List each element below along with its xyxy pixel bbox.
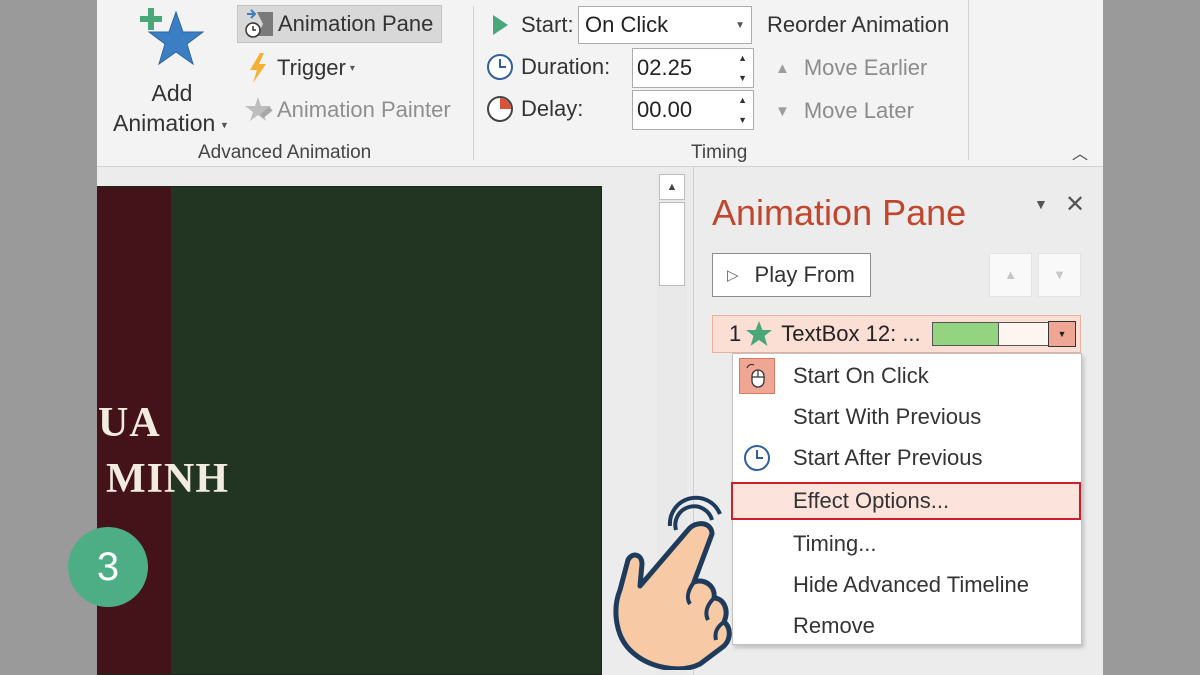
chevron-down-icon: ▾ <box>349 62 355 74</box>
delay-label: Delay: <box>485 94 583 124</box>
scroll-thumb[interactable] <box>659 202 685 286</box>
step-badge: 3 <box>68 527 148 607</box>
add-animation-star-icon <box>140 8 204 66</box>
powerpoint-window: Add Animation ▾ Animation Pane Trigger ▾ <box>97 0 1103 675</box>
animation-list-item[interactable]: 1 TextBox 12: ... ▼ <box>712 315 1081 353</box>
entrance-star-icon <box>745 320 773 348</box>
spin-down-icon[interactable]: ▼ <box>738 115 747 125</box>
timing-group-label: Timing <box>691 142 748 163</box>
slide-text-line-1: UA <box>98 400 161 446</box>
trigger-button[interactable]: Trigger ▾ <box>237 49 363 87</box>
menu-item-timing[interactable]: Timing... <box>733 525 1081 563</box>
menu-item-start-on-click[interactable]: Start On Click <box>733 357 1081 395</box>
animation-item-label: TextBox 12: ... <box>781 321 921 346</box>
trigger-label: Trigger <box>277 55 346 80</box>
chevron-down-icon: ▼ <box>735 20 745 31</box>
add-animation-label-1: Add <box>151 80 193 106</box>
reorder-animation-title: Reorder Animation <box>767 12 950 37</box>
play-from-button[interactable]: ▷ Play From <box>712 253 871 297</box>
ribbon-divider <box>968 0 969 160</box>
triangle-up-icon: ▲ <box>775 59 790 77</box>
play-icon: ▷ <box>727 267 739 284</box>
delay-clock-icon <box>485 94 515 124</box>
slide-text-line-2: MINH <box>106 456 229 502</box>
menu-item-remove[interactable]: Remove <box>733 607 1081 645</box>
duration-label: Duration: <box>485 52 610 82</box>
animations-ribbon: Add Animation ▾ Animation Pane Trigger ▾ <box>97 0 1103 167</box>
spin-up-icon[interactable]: ▲ <box>738 95 747 105</box>
item-dropdown-button[interactable]: ▼ <box>1048 321 1076 347</box>
animation-painter-button[interactable]: Animation Painter <box>237 91 459 129</box>
collapse-ribbon-icon[interactable]: ︿ <box>1072 140 1088 164</box>
lightning-icon <box>241 51 275 85</box>
menu-item-effect-options[interactable]: Effect Options... <box>731 482 1081 520</box>
start-value: On Click <box>585 12 669 37</box>
animation-order-number: 1 <box>729 321 742 346</box>
ribbon-divider <box>473 6 474 160</box>
delay-value: 00.00 <box>637 97 693 122</box>
move-earlier-button[interactable]: ▲ Move Earlier <box>775 55 927 81</box>
duration-value: 02.25 <box>637 55 693 80</box>
start-combobox[interactable]: On Click ▼ <box>578 6 752 44</box>
menu-item-start-after-previous[interactable]: Start After Previous <box>733 439 1081 477</box>
clock-icon <box>739 440 775 476</box>
add-animation-label-2: Animation ▾ <box>113 110 228 136</box>
slide-canvas[interactable]: UA MINH <box>97 186 602 675</box>
timeline-fill <box>933 323 1000 345</box>
menu-item-hide-advanced-timeline[interactable]: Hide Advanced Timeline <box>733 566 1081 604</box>
delay-spinner[interactable]: 00.00 ▲ ▼ <box>632 90 754 130</box>
start-label: Start: <box>485 10 574 40</box>
animation-pane-button[interactable]: Animation Pane <box>237 5 443 43</box>
animation-context-menu: Start On Click Start With Previous Start… <box>731 353 1082 645</box>
triangle-down-icon: ▼ <box>775 102 790 120</box>
pointing-hand-icon <box>613 495 732 670</box>
add-animation-button[interactable]: Add Animation ▾ <box>107 6 237 136</box>
advanced-animation-group-label: Advanced Animation <box>198 142 372 163</box>
play-triangle-icon <box>485 10 515 40</box>
move-down-button[interactable]: ▼ <box>1038 253 1081 297</box>
clock-icon <box>485 52 515 82</box>
menu-item-start-with-previous[interactable]: Start With Previous <box>733 398 1081 436</box>
close-icon[interactable]: ✕ <box>1065 190 1085 219</box>
spin-down-icon[interactable]: ▼ <box>738 73 747 83</box>
animation-pane-label: Animation Pane <box>278 11 434 36</box>
mouse-click-icon <box>739 358 775 394</box>
timeline-bar <box>932 322 1050 346</box>
chevron-down-icon: ▾ <box>221 119 228 132</box>
animation-pane-icon <box>242 7 276 41</box>
spin-up-icon[interactable]: ▲ <box>738 53 747 63</box>
animation-pane-title: Animation Pane <box>712 192 967 233</box>
animation-painter-icon <box>241 93 275 127</box>
duration-spinner[interactable]: 02.25 ▲ ▼ <box>632 48 754 88</box>
scroll-up-icon[interactable]: ▲ <box>659 174 685 200</box>
pane-options-icon[interactable]: ▼ <box>1034 196 1048 212</box>
animation-painter-label: Animation Painter <box>277 97 451 122</box>
move-later-button[interactable]: ▼ Move Later <box>775 98 914 124</box>
move-up-button[interactable]: ▲ <box>989 253 1032 297</box>
